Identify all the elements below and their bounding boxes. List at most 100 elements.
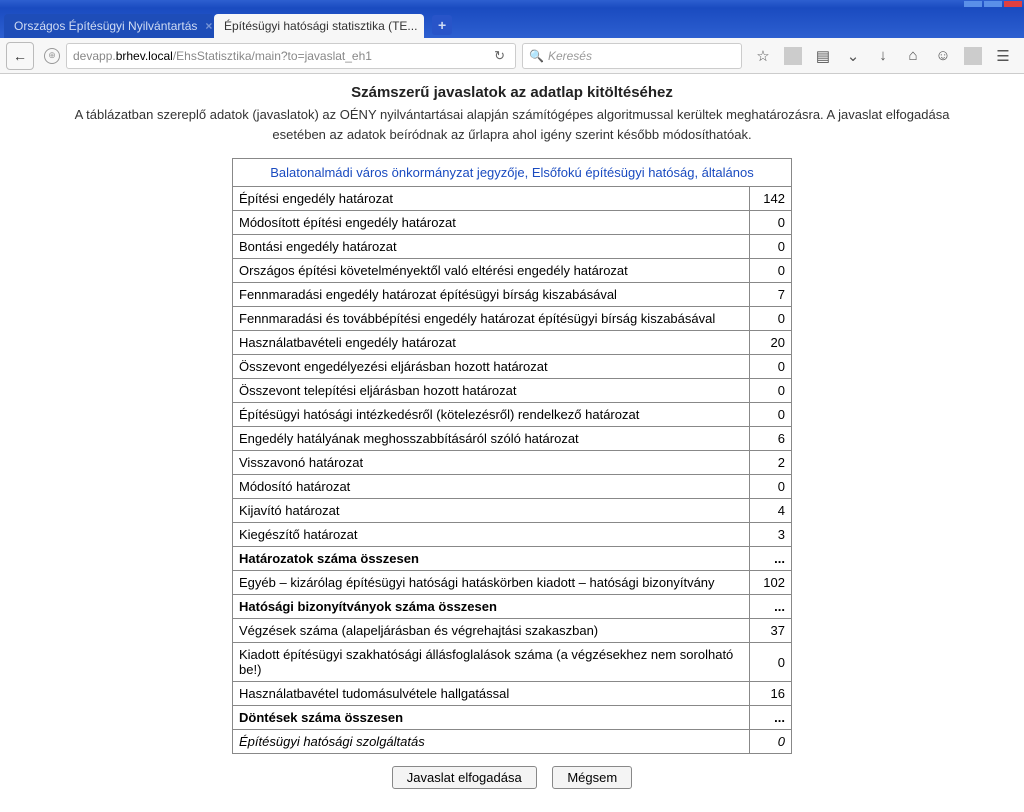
menu-icon[interactable]: ☰ <box>994 47 1012 65</box>
row-label: Építési engedély határozat <box>233 187 750 211</box>
table-row: Engedély hatályának meghosszabbításáról … <box>233 427 792 451</box>
downloads-icon[interactable]: ↓ <box>874 47 892 64</box>
row-value: 37 <box>750 619 792 643</box>
address-bar[interactable]: devapp.brhev.local/EhsStatisztika/main?t… <box>66 43 516 69</box>
row-label: Döntések száma összesen <box>233 706 750 730</box>
close-icon[interactable]: × <box>205 19 212 33</box>
row-label: Használatbavétel tudomásulvétele hallgat… <box>233 682 750 706</box>
row-label: Kijavító határozat <box>233 499 750 523</box>
browser-tab-active[interactable]: Építésügyi hatósági statisztika (TE... × <box>214 14 424 38</box>
row-label: Hatósági bizonyítványok száma összesen <box>233 595 750 619</box>
table-row: Hatósági bizonyítványok száma összesen..… <box>233 595 792 619</box>
cancel-button[interactable]: Mégsem <box>552 766 632 789</box>
tab-label: Építésügyi hatósági statisztika (TE... <box>224 19 417 33</box>
table-row: Határozatok száma összesen... <box>233 547 792 571</box>
table-row: Összevont telepítési eljárásban hozott h… <box>233 379 792 403</box>
row-label: Engedély hatályának meghosszabbításáról … <box>233 427 750 451</box>
page-description: A táblázatban szereplő adatok (javaslato… <box>72 105 952 144</box>
row-value: 3 <box>750 523 792 547</box>
table-row: Kijavító határozat4 <box>233 499 792 523</box>
row-label: Építésügyi hatósági szolgáltatás <box>233 730 750 754</box>
table-row: Egyéb – kizárólag építésügyi hatósági ha… <box>233 571 792 595</box>
page-content[interactable]: Számszerű javaslatok az adatlap kitöltés… <box>0 74 1024 812</box>
row-value: 0 <box>750 307 792 331</box>
row-value: ... <box>750 595 792 619</box>
divider <box>964 47 982 65</box>
new-tab-button[interactable]: + <box>432 15 452 35</box>
pocket-icon[interactable]: ⌄ <box>844 47 862 65</box>
row-value: 4 <box>750 499 792 523</box>
row-value: 0 <box>750 403 792 427</box>
row-label: Bontási engedély határozat <box>233 235 750 259</box>
row-value: 0 <box>750 259 792 283</box>
table-row: Bontási engedély határozat0 <box>233 235 792 259</box>
row-value: 6 <box>750 427 792 451</box>
row-label: Fennmaradási engedély határozat építésüg… <box>233 283 750 307</box>
table-row: Építésügyi hatósági szolgáltatás0 <box>233 730 792 754</box>
table-row: Használatbavételi engedély határozat20 <box>233 331 792 355</box>
accept-button[interactable]: Javaslat elfogadása <box>392 766 537 789</box>
table-row: Végzések száma (alapeljárásban és végreh… <box>233 619 792 643</box>
table-row: Használatbavétel tudomásulvétele hallgat… <box>233 682 792 706</box>
row-label: Építésügyi hatósági intézkedésről (kötel… <box>233 403 750 427</box>
window-titlebar <box>0 0 1024 8</box>
search-input[interactable]: 🔍 Keresés <box>522 43 742 69</box>
row-value: 0 <box>750 643 792 682</box>
row-value: 102 <box>750 571 792 595</box>
table-row: Módosító határozat0 <box>233 475 792 499</box>
row-label: Fennmaradási és továbbépítési engedély h… <box>233 307 750 331</box>
row-label: Összevont engedélyezési eljárásban hozot… <box>233 355 750 379</box>
toolbar-icons: ☆ ▤ ⌄ ↓ ⌂ ☺ ☰ <box>748 47 1018 65</box>
browser-tab[interactable]: Országos Építésügyi Nyilvántartás × <box>4 14 214 38</box>
reload-icon[interactable]: ↻ <box>490 48 509 64</box>
browser-navbar: ← ⊕ devapp.brhev.local/EhsStatisztika/ma… <box>0 38 1024 74</box>
row-label: Összevont telepítési eljárásban hozott h… <box>233 379 750 403</box>
url-text: devapp.brhev.local/EhsStatisztika/main?t… <box>73 49 490 63</box>
table-row: Fennmaradási engedély határozat építésüg… <box>233 283 792 307</box>
row-label: Országos építési követelményektől való e… <box>233 259 750 283</box>
row-label: Visszavonó határozat <box>233 451 750 475</box>
reader-icon[interactable]: ▤ <box>814 47 832 65</box>
row-value: 2 <box>750 451 792 475</box>
row-label: Módosított építési engedély határozat <box>233 211 750 235</box>
row-label: Végzések száma (alapeljárásban és végreh… <box>233 619 750 643</box>
site-identity-icon[interactable]: ⊕ <box>44 48 60 64</box>
table-row: Fennmaradási és továbbépítési engedély h… <box>233 307 792 331</box>
row-label: Használatbavételi engedély határozat <box>233 331 750 355</box>
browser-tabbar: Országos Építésügyi Nyilvántartás × Épít… <box>0 8 1024 38</box>
row-value: 0 <box>750 355 792 379</box>
search-icon: 🔍 <box>529 49 544 63</box>
row-label: Módosító határozat <box>233 475 750 499</box>
divider <box>784 47 802 65</box>
window-minimize-button[interactable] <box>964 1 982 7</box>
table-row: Országos építési követelményektől való e… <box>233 259 792 283</box>
table-row: Módosított építési engedély határozat0 <box>233 211 792 235</box>
bookmark-icon[interactable]: ☆ <box>754 47 772 65</box>
row-value: 16 <box>750 682 792 706</box>
table-row: Építési engedély határozat142 <box>233 187 792 211</box>
row-value: 20 <box>750 331 792 355</box>
row-value: ... <box>750 706 792 730</box>
row-value: 0 <box>750 235 792 259</box>
row-value: 7 <box>750 283 792 307</box>
row-value: 0 <box>750 211 792 235</box>
row-label: Határozatok száma összesen <box>233 547 750 571</box>
stats-table: Balatonalmádi város önkormányzat jegyzőj… <box>232 158 792 754</box>
table-row: Összevont engedélyezési eljárásban hozot… <box>233 355 792 379</box>
table-row: Visszavonó határozat2 <box>233 451 792 475</box>
table-row: Kiegészítő határozat3 <box>233 523 792 547</box>
table-row: Építésügyi hatósági intézkedésről (kötel… <box>233 403 792 427</box>
window-maximize-button[interactable] <box>984 1 1002 7</box>
row-label: Egyéb – kizárólag építésügyi hatósági ha… <box>233 571 750 595</box>
table-row: Döntések száma összesen... <box>233 706 792 730</box>
button-row: Javaslat elfogadása Mégsem <box>0 766 1024 789</box>
page-title: Számszerű javaslatok az adatlap kitöltés… <box>0 84 1024 101</box>
sync-icon[interactable]: ☺ <box>934 47 952 64</box>
row-value: 0 <box>750 730 792 754</box>
table-header-link[interactable]: Balatonalmádi város önkormányzat jegyzőj… <box>233 159 792 187</box>
window-close-button[interactable] <box>1004 1 1022 7</box>
row-value: 0 <box>750 475 792 499</box>
tab-label: Országos Építésügyi Nyilvántartás <box>14 19 197 33</box>
back-button[interactable]: ← <box>6 42 34 70</box>
home-icon[interactable]: ⌂ <box>904 47 922 64</box>
